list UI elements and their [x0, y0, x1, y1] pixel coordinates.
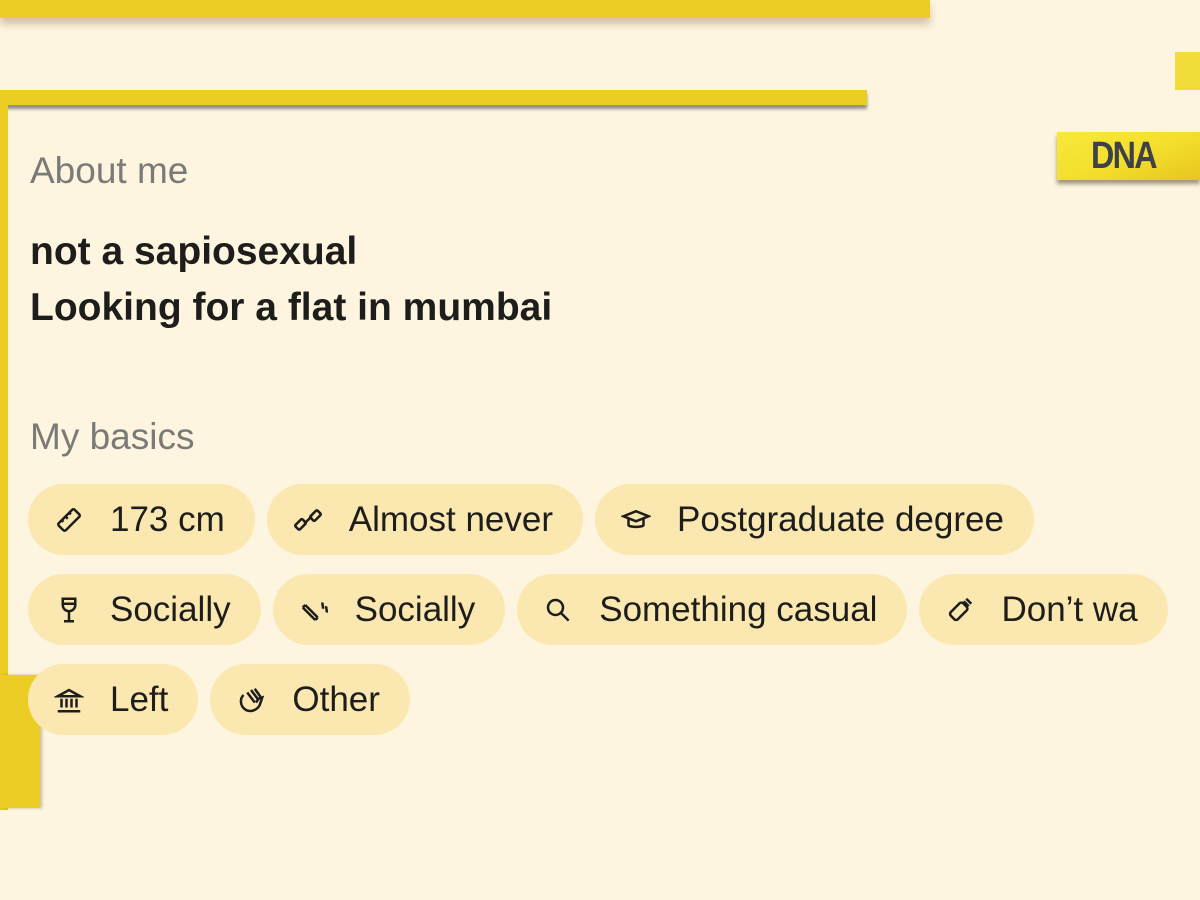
chip-height[interactable]: 173 cm: [28, 484, 255, 555]
about-me-text: not a sapiosexual Looking for a flat in …: [30, 224, 552, 336]
bio-line: Looking for a flat in mumbai: [30, 286, 553, 329]
praying-hands-icon: [234, 683, 268, 717]
chip-label: Left: [110, 679, 169, 719]
basics-row: Socially Socially Something casual Don’t…: [28, 574, 1168, 645]
chip-label: Almost never: [348, 499, 554, 539]
magnifier-icon: [541, 593, 575, 627]
bio-line: not a sapiosexual: [30, 230, 358, 273]
chip-smoking[interactable]: Socially: [272, 574, 506, 645]
my-basics-heading: My basics: [30, 416, 195, 457]
chip-label: Postgraduate degree: [677, 499, 1004, 539]
chip-kids[interactable]: Don’t wa: [919, 574, 1168, 645]
ruler-icon: [52, 503, 86, 537]
graduation-cap-icon: [619, 503, 653, 537]
basics-row: Left Other: [28, 664, 410, 735]
chip-education[interactable]: Postgraduate degree: [595, 484, 1034, 555]
chip-label: 173 cm: [110, 499, 225, 539]
top-decorative-bar: [0, 0, 930, 18]
chip-label: Don’t wa: [1001, 589, 1138, 629]
basics-row: 173 cm Almost never Postgraduate degree: [28, 484, 1034, 555]
chip-religion[interactable]: Other: [210, 664, 410, 735]
chip-looking-for[interactable]: Something casual: [517, 574, 908, 645]
dumbbell-icon: [291, 503, 325, 537]
about-me-heading: About me: [30, 150, 189, 191]
wine-glass-icon: [52, 593, 86, 627]
chip-politics[interactable]: Left: [28, 664, 199, 735]
logo-text: DNA: [1091, 134, 1158, 177]
chip-exercise[interactable]: Almost never: [266, 484, 584, 555]
corner-decoration: [1175, 52, 1200, 90]
baby-bottle-icon: [943, 593, 977, 627]
government-building-icon: [52, 683, 86, 717]
dna-logo: DNA: [1057, 132, 1200, 180]
frame-top-border: [0, 90, 867, 105]
chip-label: Something casual: [599, 589, 878, 629]
cigarette-icon: [297, 593, 331, 627]
chip-label: Socially: [354, 589, 476, 629]
chip-label: Socially: [110, 589, 231, 629]
chip-label: Other: [292, 679, 380, 719]
chip-drinking[interactable]: Socially: [28, 574, 261, 645]
